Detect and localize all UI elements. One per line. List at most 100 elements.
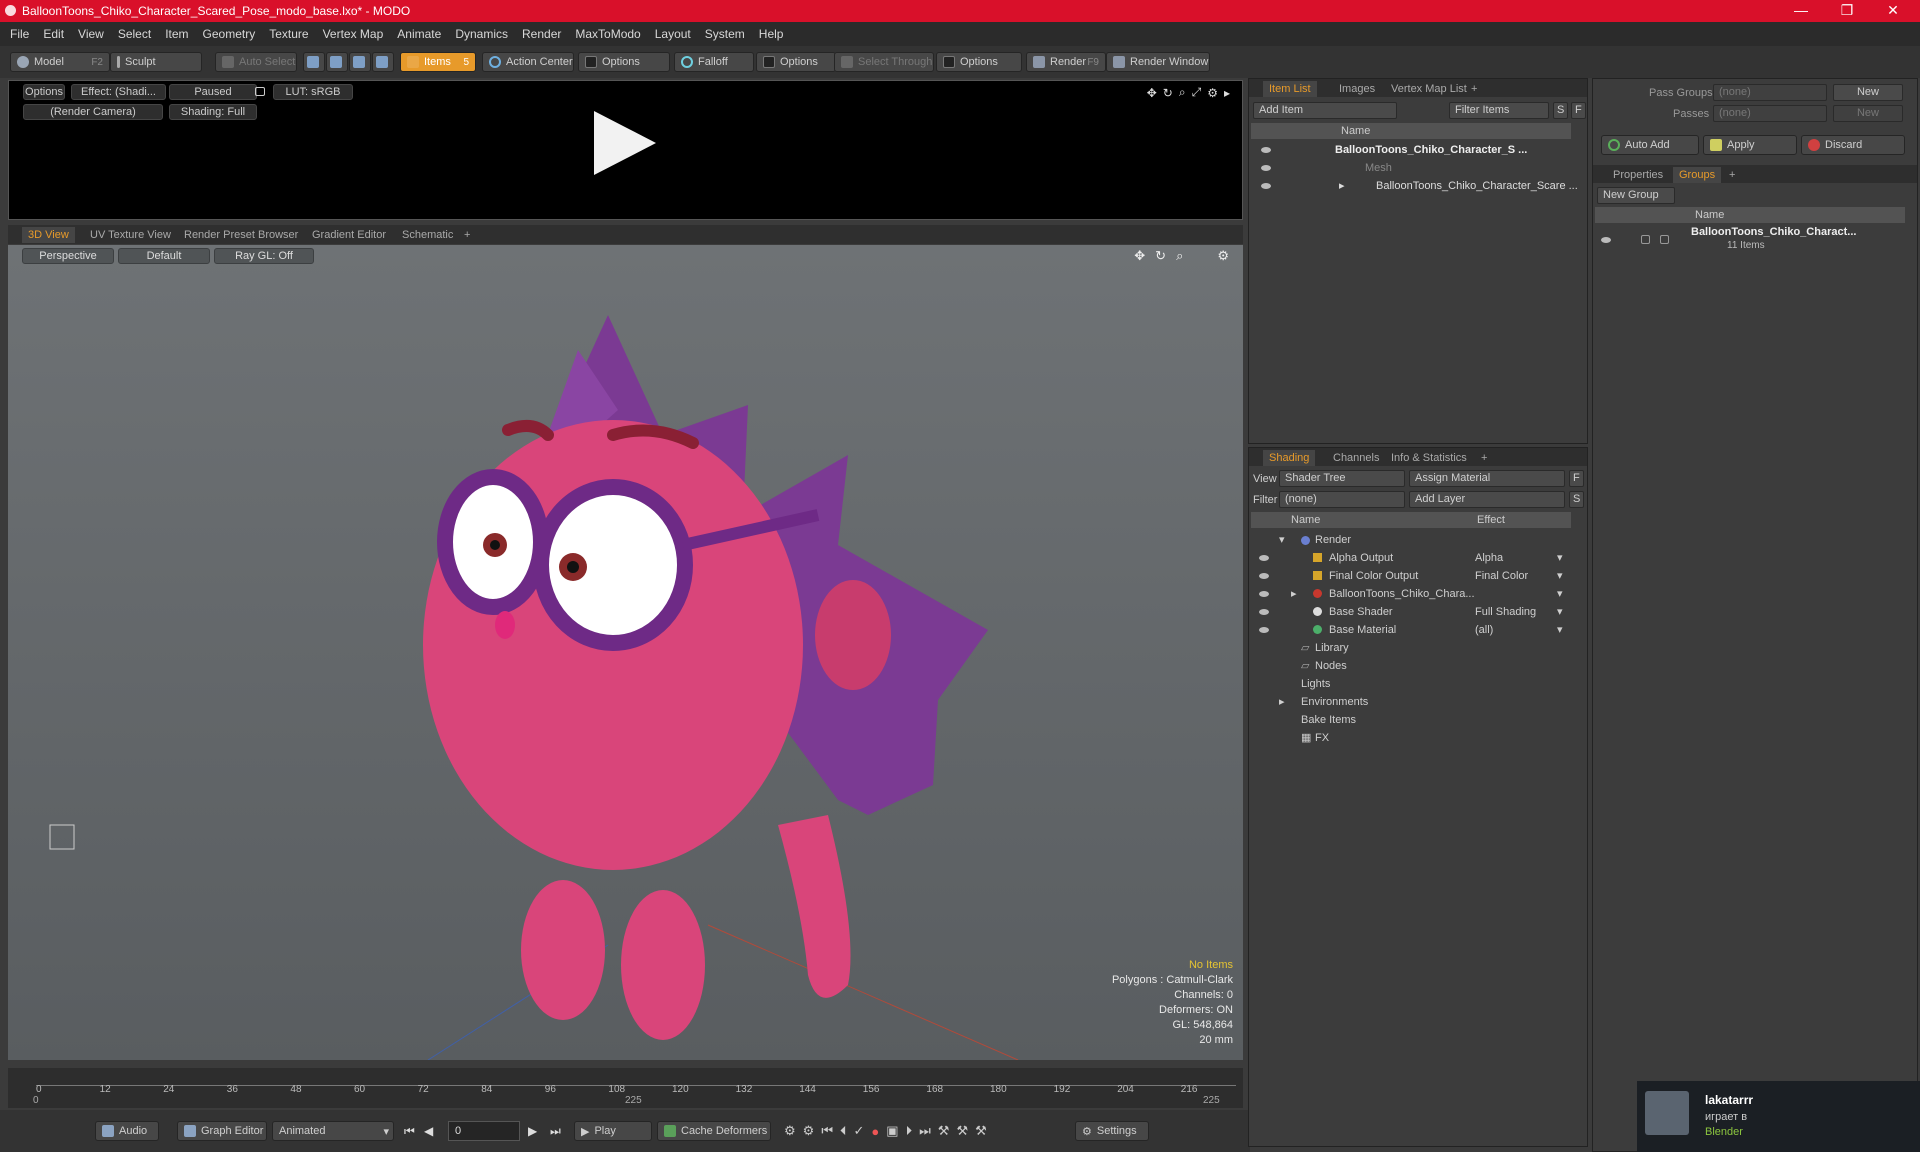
shader-row-base-shader[interactable]: Base Shader Full Shading ▾ [1249,603,1571,621]
tab-info-statistics[interactable]: Info & Statistics [1385,450,1473,466]
add-item-dropdown[interactable]: Add Item [1253,102,1397,119]
vertices-mode-button[interactable] [303,52,325,72]
tab-shading[interactable]: Shading [1263,450,1316,466]
item-row-group[interactable]: ▸ BalloonToons_Chiko_Character_Scare ... [1249,177,1587,195]
menu-maxtomodo[interactable]: MaxToModo [575,27,640,41]
menu-item[interactable]: Item [165,27,188,41]
tab-channels[interactable]: Channels [1327,450,1385,466]
pass-groups-dropdown[interactable]: (none) [1713,84,1827,101]
tab-gradient-editor[interactable]: Gradient Editor [306,227,392,243]
timeline[interactable]: 0 12 24 36 48 60 72 84 96 108 120 132 144 156 168 180 19… [8,1068,1243,1108]
item-row-scene[interactable]: BalloonToons_Chiko_Character_S ... [1249,141,1587,159]
lock-checkbox[interactable] [1641,235,1650,244]
render-button[interactable]: Render F9 [1026,52,1106,72]
minimize-button[interactable]: — [1778,0,1824,22]
menu-dynamics[interactable]: Dynamics [455,27,508,41]
add-tab-icon[interactable]: + [1475,450,1493,466]
select-checkbox[interactable] [1660,235,1669,244]
assign-material-dropdown[interactable]: Assign Material [1409,470,1565,487]
action-center-button[interactable]: Action Center [482,52,574,72]
eye-icon[interactable] [1261,183,1271,189]
maximize-icon[interactable]: ⤢ [1192,85,1202,100]
step-back-icon[interactable]: ◀ [424,1124,433,1138]
shading-dropdown[interactable]: Shading: Full [169,104,257,120]
play-icon[interactable] [594,111,656,175]
menu-help[interactable]: Help [759,27,784,41]
eye-icon[interactable] [1259,555,1269,561]
steam-notification[interactable]: lakatarrr играет в Blender [1637,1081,1920,1152]
expand-arrow-icon[interactable]: ▸ [1339,177,1345,195]
filter-items-input[interactable]: Filter Items [1449,102,1549,119]
key-tool-icon[interactable]: ⚙ [784,1123,796,1139]
graph-editor-button[interactable]: Graph Editor [177,1121,267,1141]
group-row[interactable]: BalloonToons_Chiko_Charact... 11 Items [1593,225,1917,259]
expand-arrow-icon[interactable]: ▸ [1291,585,1297,603]
edges-mode-button[interactable] [326,52,348,72]
add-layer-dropdown[interactable]: Add Layer [1409,491,1565,508]
polygons-mode-button[interactable] [349,52,371,72]
skip-end-icon[interactable]: ⏭ [550,1124,561,1139]
item-row-mesh[interactable]: Mesh [1249,159,1587,177]
action-center-options-button[interactable]: Options [578,52,670,72]
expand-arrow-icon[interactable]: ▸ [1279,693,1285,711]
menu-animate[interactable]: Animate [397,27,441,41]
render-window-button[interactable]: Render Window [1106,52,1210,72]
chevron-down-icon[interactable]: ▾ [1557,549,1563,567]
menu-select[interactable]: Select [118,27,151,41]
eye-icon[interactable] [1259,627,1269,633]
tab-schematic[interactable]: Schematic [396,227,459,243]
frame-input[interactable] [448,1121,520,1141]
falloff-options-button[interactable]: Options [756,52,836,72]
menu-texture[interactable]: Texture [269,27,308,41]
shader-row-material-group[interactable]: ▸ BalloonToons_Chiko_Chara... ▾ [1249,585,1571,603]
render-camera-dropdown[interactable]: (Render Camera) [23,104,163,120]
tab-groups[interactable]: Groups [1673,167,1722,183]
close-button[interactable]: ✕ [1870,0,1916,22]
add-tab-icon[interactable]: + [1465,81,1483,97]
expand-arrow-icon[interactable]: ▾ [1279,531,1285,549]
auto-select-button[interactable]: Auto Select [215,52,297,72]
audio-button[interactable]: Audio [95,1121,159,1141]
shader-row-base-material[interactable]: Base Material (all) ▾ [1249,621,1571,639]
skip-start-icon[interactable]: ⏮ [404,1124,415,1139]
next-key-icon[interactable]: ⏭ [919,1123,931,1139]
tab-uv-texture-view[interactable]: UV Texture View [84,227,177,243]
step-forward-icon[interactable]: ▶ [528,1124,537,1138]
settings-button[interactable]: ⚙ Settings [1075,1121,1149,1141]
shading-s-button[interactable]: S [1569,491,1584,508]
chevron-down-icon[interactable]: ▾ [1557,567,1563,585]
shader-row-library[interactable]: ▱ Library [1249,639,1571,657]
shader-row-fx[interactable]: ▦ FX [1249,729,1571,747]
key-tool-icon[interactable]: ⚒ [938,1123,950,1139]
item-list-f-button[interactable]: F [1571,102,1586,119]
chevron-down-icon[interactable]: ▾ [1557,585,1563,603]
tab-vertex-map-list[interactable]: Vertex Map List [1385,81,1473,97]
sculpt-mode-button[interactable]: Sculpt [110,52,202,72]
arrow-right-icon[interactable]: ▸ [1224,86,1230,100]
add-tab-icon[interactable]: + [458,227,476,243]
eye-icon[interactable] [1261,165,1271,171]
shader-row-lights[interactable]: Lights [1249,675,1571,693]
record-icon[interactable]: ● [871,1124,879,1139]
menu-render[interactable]: Render [522,27,561,41]
apply-button[interactable]: Apply [1703,135,1797,155]
tab-item-list[interactable]: Item List [1263,81,1317,97]
tab-3d-view[interactable]: 3D View [22,227,75,243]
eye-icon[interactable] [1259,591,1269,597]
materials-mode-button[interactable] [372,52,394,72]
pass-groups-new-button[interactable]: New [1833,84,1903,101]
eye-icon[interactable] [1601,237,1611,243]
menu-geometry[interactable]: Geometry [203,27,256,41]
filter-dropdown[interactable]: (none) [1279,491,1405,508]
move-icon[interactable]: ✥ [1147,86,1157,100]
next-key-icon[interactable]: ⏵ [906,1123,913,1139]
rotate-icon[interactable]: ↻ [1163,86,1173,100]
key-tool-icon[interactable]: ▣ [886,1123,898,1139]
tab-images[interactable]: Images [1333,81,1381,97]
menu-edit[interactable]: Edit [43,27,64,41]
new-group-button[interactable]: New Group [1597,187,1675,204]
item-list-s-button[interactable]: S [1553,102,1568,119]
discard-button[interactable]: Discard [1801,135,1905,155]
add-tab-icon[interactable]: + [1723,167,1741,183]
lock-icon[interactable] [255,87,265,96]
